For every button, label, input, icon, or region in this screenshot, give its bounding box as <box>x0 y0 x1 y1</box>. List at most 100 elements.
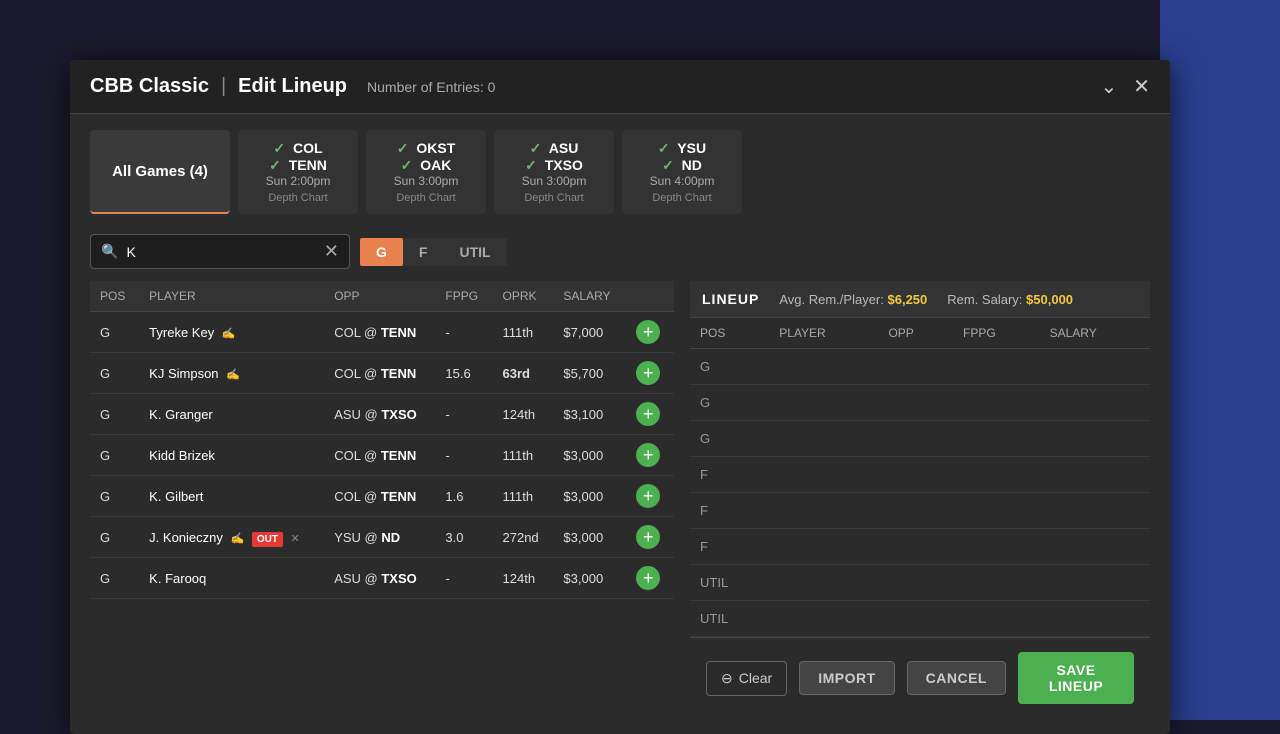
player-info-icon: ✍ <box>226 369 240 381</box>
player-name: K. Granger <box>149 407 213 422</box>
player-fppg: 3.0 <box>435 517 492 558</box>
add-player-button[interactable]: + <box>636 320 660 344</box>
tab-okst-oak-depth[interactable]: Depth Chart <box>382 192 470 204</box>
pos-tab-g[interactable]: G <box>360 238 403 266</box>
save-lineup-button[interactable]: SAVE LINEUP <box>1018 652 1134 704</box>
player-name: Kidd Brizek <box>149 448 215 463</box>
lineup-slot-opp <box>878 565 953 601</box>
col-salary: SALARY <box>553 281 626 312</box>
player-pos: G <box>90 394 139 435</box>
lineup-slot-fppg <box>953 529 1040 565</box>
lineup-slot: F <box>690 457 1150 493</box>
player-salary: $3,000 <box>553 558 626 599</box>
col-opp: OPP <box>324 281 435 312</box>
lineup-avg-label: Avg. Rem./Player: $6,250 <box>779 292 927 307</box>
close-button[interactable]: ✕ <box>1133 74 1150 99</box>
player-oprk: 111th <box>493 312 554 353</box>
clear-button[interactable]: ⊖ Clear <box>706 661 787 696</box>
clear-label: Clear <box>739 670 772 686</box>
player-info-icon: ✍ <box>231 533 245 545</box>
player-salary: $3,000 <box>553 435 626 476</box>
search-input[interactable] <box>126 244 317 260</box>
player-name: K. Farooq <box>149 571 206 586</box>
lineup-table-header: POS PLAYER OPP FPPG SALARY <box>690 318 1150 349</box>
check-icon-2: ✓ <box>269 157 281 173</box>
table-row: G K. Granger ASU @ TXSO - 124th $3,100 + <box>90 394 674 435</box>
lineup-slot-player <box>769 601 878 637</box>
lineup-slot-fppg <box>953 457 1040 493</box>
player-opp: ASU @ TXSO <box>324 558 435 599</box>
lineup-rem-label: Rem. Salary: $50,000 <box>947 292 1073 307</box>
lineup-slot-pos: UTIL <box>690 565 769 601</box>
tab-col-tenn-time: Sun 2:00pm <box>254 174 342 188</box>
modal-title-main: CBB Classic <box>90 75 209 98</box>
search-box-container: 🔍 ✕ <box>90 234 350 269</box>
player-x-icon: ✕ <box>291 533 300 545</box>
add-player-button[interactable]: + <box>636 525 660 549</box>
add-player-button[interactable]: + <box>636 443 660 467</box>
cancel-button[interactable]: CANCEL <box>907 661 1006 695</box>
check-icon-8: ✓ <box>662 157 674 173</box>
player-name-cell: Tyreke Key ✍ <box>139 312 324 353</box>
lineup-col-player: PLAYER <box>769 318 878 349</box>
player-name-cell: KJ Simpson ✍ <box>139 353 324 394</box>
player-name-cell: J. Konieczny ✍ OUT ✕ <box>139 517 324 558</box>
player-add-cell: + <box>626 435 674 476</box>
add-player-button[interactable]: + <box>636 566 660 590</box>
player-opp: COL @ TENN <box>324 435 435 476</box>
lineup-avg-value: $6,250 <box>888 292 928 307</box>
add-player-button[interactable]: + <box>636 484 660 508</box>
tab-ysu-nd-teams: ✓ YSU ✓ ND <box>638 140 726 174</box>
tab-okst-oak[interactable]: ✓ OKST ✓ OAK Sun 3:00pm Depth Chart <box>366 130 486 214</box>
lineup-slot-opp <box>878 385 953 421</box>
import-button[interactable]: IMPORT <box>799 661 894 695</box>
tab-ysu-nd-depth[interactable]: Depth Chart <box>638 192 726 204</box>
tab-asu-txso[interactable]: ✓ ASU ✓ TXSO Sun 3:00pm Depth Chart <box>494 130 614 214</box>
action-bar: ⊖ Clear IMPORT CANCEL SAVE LINEUP <box>690 637 1150 718</box>
lineup-slot-pos: UTIL <box>690 601 769 637</box>
player-name: KJ Simpson <box>149 366 218 381</box>
player-oprk: 124th <box>493 394 554 435</box>
tab-ysu-nd[interactable]: ✓ YSU ✓ ND Sun 4:00pm Depth Chart <box>622 130 742 214</box>
lineup-slot-player <box>769 493 878 529</box>
lineup-slot-fppg <box>953 565 1040 601</box>
pos-tab-f[interactable]: F <box>403 238 444 266</box>
lineup-slot-opp <box>878 457 953 493</box>
collapse-button[interactable]: ⌄ <box>1100 74 1117 99</box>
tab-col-tenn[interactable]: ✓ COL ✓ TENN Sun 2:00pm Depth Chart <box>238 130 358 214</box>
player-pos: G <box>90 312 139 353</box>
player-add-cell: + <box>626 353 674 394</box>
out-badge: OUT <box>252 532 283 547</box>
tab-ysu-nd-time: Sun 4:00pm <box>638 174 726 188</box>
player-opp: COL @ TENN <box>324 476 435 517</box>
modal-header: CBB Classic | Edit Lineup Number of Entr… <box>70 60 1170 114</box>
pos-tab-util[interactable]: UTIL <box>443 238 506 266</box>
search-clear-icon[interactable]: ✕ <box>324 241 339 262</box>
col-add <box>626 281 674 312</box>
tab-okst-oak-teams: ✓ OKST ✓ OAK <box>382 140 470 174</box>
tab-col-tenn-depth[interactable]: Depth Chart <box>254 192 342 204</box>
player-salary: $5,700 <box>553 353 626 394</box>
lineup-slot: UTIL <box>690 601 1150 637</box>
col-oprk: OPRK <box>493 281 554 312</box>
modal-body: All Games (4) ✓ COL ✓ TENN Sun 2:00pm De… <box>70 114 1170 734</box>
lineup-header: LINEUP Avg. Rem./Player: $6,250 Rem. Sal… <box>690 281 1150 318</box>
lineup-table-body: G G G F F F UTIL <box>690 349 1150 637</box>
lineup-slot: G <box>690 421 1150 457</box>
lineup-slot-pos: G <box>690 421 769 457</box>
player-fppg: - <box>435 558 492 599</box>
table-row: G Tyreke Key ✍ COL @ TENN - 111th $7,000… <box>90 312 674 353</box>
player-add-cell: + <box>626 558 674 599</box>
tab-asu-txso-depth[interactable]: Depth Chart <box>510 192 598 204</box>
player-salary: $3,000 <box>553 476 626 517</box>
lineup-col-fppg: FPPG <box>953 318 1040 349</box>
check-icon-3: ✓ <box>397 140 409 156</box>
add-player-button[interactable]: + <box>636 402 660 426</box>
lineup-slot-pos: G <box>690 385 769 421</box>
lineup-slot-opp <box>878 493 953 529</box>
add-player-button[interactable]: + <box>636 361 660 385</box>
player-name-cell: K. Gilbert <box>139 476 324 517</box>
player-name: K. Gilbert <box>149 489 203 504</box>
tab-all-games[interactable]: All Games (4) <box>90 130 230 214</box>
player-fppg: 1.6 <box>435 476 492 517</box>
